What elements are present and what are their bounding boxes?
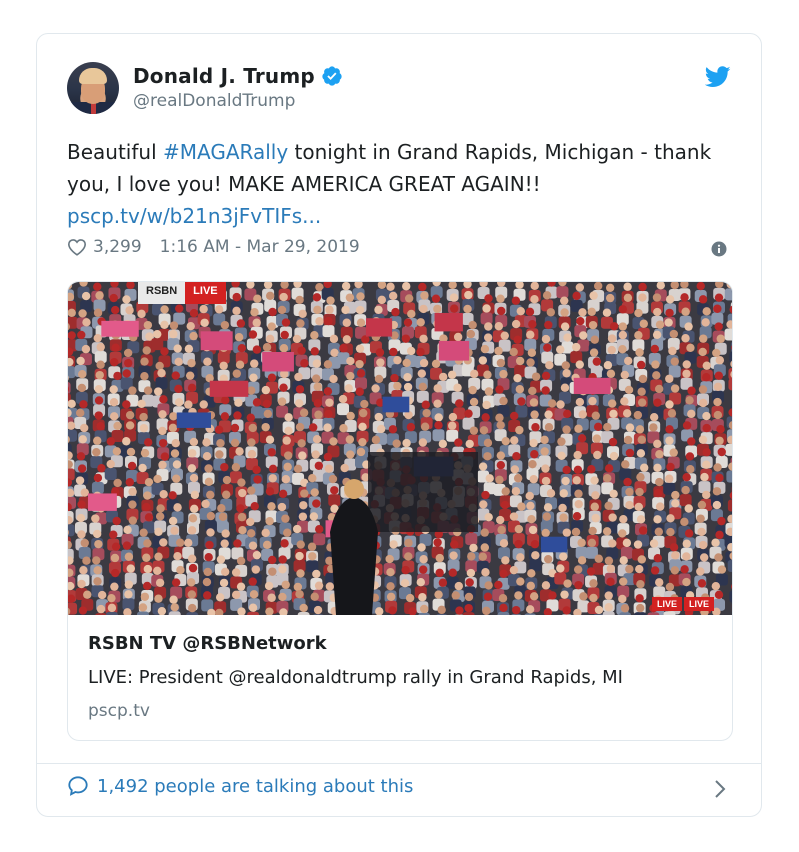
heart-icon[interactable] <box>67 238 87 256</box>
twitter-bird-icon[interactable] <box>705 66 731 88</box>
card-description[interactable]: LIVE: President @realdonaldtrump rally i… <box>88 667 623 688</box>
tweet-meta: 3,299 1:16 AM - Mar 29, 2019 <box>67 237 360 257</box>
author-handle[interactable]: @realDonaldTrump <box>133 91 295 111</box>
avatar[interactable] <box>67 62 119 114</box>
tweet-card: Donald J. Trump @realDonaldTrump Beautif… <box>36 33 762 817</box>
hashtag-link[interactable]: #MAGARally <box>163 140 288 164</box>
card-domain[interactable]: pscp.tv <box>88 701 150 721</box>
like-count[interactable]: 3,299 <box>93 237 142 257</box>
media-info[interactable]: RSBN TV @RSBNetwork LIVE: President @rea… <box>68 615 732 740</box>
corner-live-badge: LIVE LIVE <box>650 597 714 611</box>
rally-video-thumbnail[interactable]: RSBN LIVE LIVE LIVE <box>68 282 732 615</box>
overlay-brand: RSBN <box>138 282 186 304</box>
overlay-live: LIVE <box>185 282 226 304</box>
crowd-image <box>68 282 732 615</box>
conversation-link[interactable]: 1,492 people are talking about this <box>67 775 413 797</box>
author-row[interactable]: Donald J. Trump <box>133 64 343 88</box>
timestamp[interactable]: 1:16 AM - Mar 29, 2019 <box>160 237 360 257</box>
footer-divider <box>37 763 761 764</box>
media-card[interactable]: RSBN LIVE LIVE LIVE RSBN TV @RSBNetwork … <box>67 281 733 741</box>
corner-live-1: LIVE <box>651 597 682 611</box>
periscope-link[interactable]: pscp.tv/w/b21n3jFvTIFs... <box>67 204 321 228</box>
chevron-right-icon[interactable] <box>713 779 727 799</box>
corner-live-2: LIVE <box>683 597 714 611</box>
tweet-text: Beautiful #MAGARally tonight in Grand Ra… <box>67 136 737 232</box>
rsbn-overlay-logo: RSBN LIVE <box>138 282 258 304</box>
author-name[interactable]: Donald J. Trump <box>133 64 315 88</box>
card-title[interactable]: RSBN TV @RSBNetwork <box>88 633 327 654</box>
talking-count[interactable]: 1,492 people are talking about this <box>97 776 413 797</box>
speech-bubble-icon <box>68 776 88 796</box>
text-part-1: Beautiful <box>67 140 163 164</box>
verified-badge-icon <box>322 66 342 86</box>
info-icon[interactable] <box>711 241 727 257</box>
